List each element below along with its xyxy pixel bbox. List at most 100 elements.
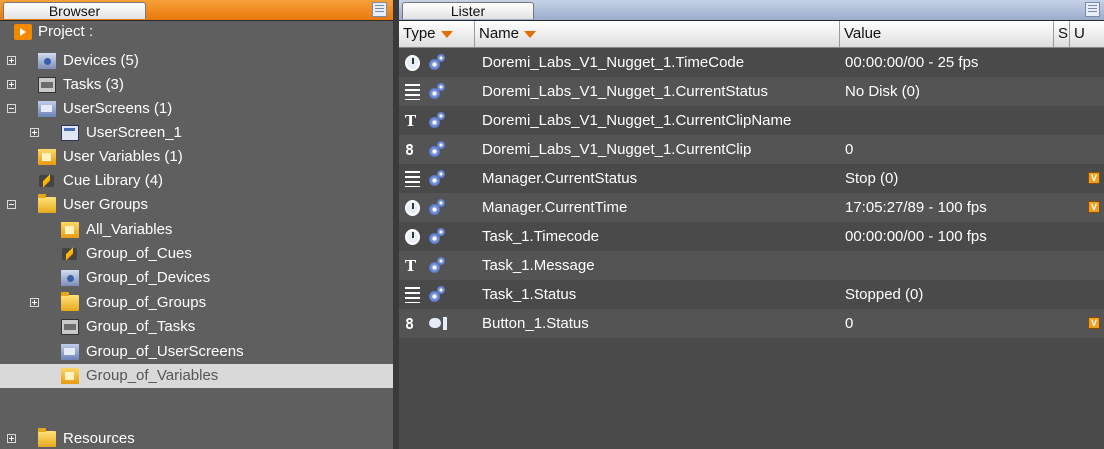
- lister-row[interactable]: Task_1.Timecode 00:00:00/00 - 100 fps: [399, 222, 1104, 251]
- browser-panel: Browser Project : Devices (5) Tasks (3) …: [0, 0, 393, 449]
- column-header-type[interactable]: Type: [399, 21, 475, 47]
- tree-item-all-variables[interactable]: All_Variables: [0, 218, 393, 242]
- tree-item-tasks[interactable]: Tasks (3): [0, 73, 393, 97]
- tree-item-label: Group_of_Cues: [86, 245, 192, 262]
- lister-row[interactable]: Doremi_Labs_V1_Nugget_1.CurrentStatus No …: [399, 77, 1104, 106]
- sort-arrow-icon: [440, 30, 453, 38]
- gear-icon: [429, 286, 445, 302]
- collapse-icon[interactable]: [7, 200, 16, 209]
- expand-icon[interactable]: [30, 128, 39, 137]
- tab-lister[interactable]: Lister: [402, 2, 534, 19]
- variable-name: Doremi_Labs_V1_Nugget_1.CurrentStatus: [482, 83, 769, 100]
- tree-item-devices[interactable]: Devices (5): [0, 49, 393, 73]
- variable-value[interactable]: Stopped (0): [845, 280, 1050, 309]
- tree-item-label: Resources: [63, 430, 135, 447]
- folder-icon: [38, 428, 56, 447]
- variable-name: Button_1.Status: [482, 315, 589, 332]
- tree-item-label: Devices (5): [63, 52, 139, 69]
- lister-row[interactable]: 8 Doremi_Labs_V1_Nugget_1.CurrentClip 0: [399, 135, 1104, 164]
- status-list-icon: [405, 287, 420, 303]
- variable-value[interactable]: [845, 251, 1050, 280]
- column-label: Type: [403, 25, 436, 42]
- column-header-name[interactable]: Name: [475, 21, 840, 47]
- cue-library-icon: [38, 173, 56, 189]
- variable-value[interactable]: 00:00:00/00 - 25 fps: [845, 48, 1050, 77]
- tree-item-group-of-groups[interactable]: Group_of_Groups: [0, 291, 393, 315]
- lister-tab-bar: Lister: [399, 0, 1104, 21]
- variable-value[interactable]: 17:05:27/89 - 100 fps: [845, 193, 1050, 222]
- text-icon: T: [405, 257, 417, 275]
- column-label: Name: [479, 25, 520, 42]
- column-header-value[interactable]: Value: [840, 21, 1054, 47]
- userscreens-folder-icon: [38, 101, 56, 117]
- u-flag-icon[interactable]: V: [1088, 317, 1100, 329]
- tab-browser[interactable]: Browser: [3, 2, 146, 19]
- tree-item-group-of-variables[interactable]: Group_of_Variables: [0, 364, 393, 388]
- tree-item-label: Group_of_UserScreens: [86, 343, 244, 360]
- expand-icon[interactable]: [7, 56, 16, 65]
- variable-value[interactable]: 0: [845, 309, 1050, 338]
- tree-item-group-of-userscreens[interactable]: Group_of_UserScreens: [0, 340, 393, 364]
- gear-icon: [429, 54, 445, 70]
- tree-item-group-of-cues[interactable]: Group_of_Cues: [0, 242, 393, 266]
- browser-panel-options-icon[interactable]: [372, 2, 387, 17]
- folder-icon: [38, 194, 56, 213]
- lister-panel-options-icon[interactable]: [1085, 2, 1100, 17]
- variable-value[interactable]: [845, 106, 1050, 135]
- variable-value[interactable]: No Disk (0): [845, 77, 1050, 106]
- lister-rows: Doremi_Labs_V1_Nugget_1.TimeCode 00:00:00…: [399, 48, 1104, 449]
- tree-item-user-groups[interactable]: User Groups: [0, 193, 393, 217]
- tree-item-label: Cue Library (4): [63, 172, 164, 189]
- lister-row[interactable]: T Doremi_Labs_V1_Nugget_1.CurrentClipName: [399, 106, 1104, 135]
- tree-item-label: Tasks (3): [63, 76, 124, 93]
- tree-item-label: Group_of_Variables: [86, 367, 219, 384]
- lister-row[interactable]: Manager.CurrentStatus Stop (0) V: [399, 164, 1104, 193]
- tree-item-group-of-tasks[interactable]: Group_of_Tasks: [0, 315, 393, 339]
- status-list-icon: [405, 84, 420, 100]
- gear-icon: [429, 83, 445, 99]
- column-header-s[interactable]: S: [1054, 21, 1070, 47]
- expand-icon[interactable]: [30, 298, 39, 307]
- tree-item-user-variables[interactable]: User Variables (1): [0, 145, 393, 169]
- status-list-icon: [405, 171, 420, 187]
- browser-tab-bar: Browser: [0, 0, 393, 21]
- timecode-icon: [405, 55, 420, 71]
- variable-value[interactable]: 00:00:00/00 - 100 fps: [845, 222, 1050, 251]
- project-icon: [14, 24, 32, 40]
- lister-row[interactable]: Doremi_Labs_V1_Nugget_1.TimeCode 00:00:00…: [399, 48, 1104, 77]
- variable-name: Manager.CurrentStatus: [482, 170, 638, 187]
- lister-row[interactable]: Task_1.Status Stopped (0): [399, 280, 1104, 309]
- u-flag-icon[interactable]: V: [1088, 172, 1100, 184]
- timecode-icon: [405, 229, 420, 245]
- u-flag-icon[interactable]: V: [1088, 201, 1100, 213]
- expand-icon[interactable]: [7, 434, 16, 443]
- variable-value[interactable]: 0: [845, 135, 1050, 164]
- tree-item-label: User Variables (1): [63, 148, 183, 165]
- lister-row[interactable]: 8 Button_1.Status 0 V: [399, 309, 1104, 338]
- lister-row[interactable]: Manager.CurrentTime 17:05:27/89 - 100 fps…: [399, 193, 1104, 222]
- lister-header: Type Name Value S U: [399, 21, 1104, 48]
- tree-item-userscreens[interactable]: UserScreens (1): [0, 97, 393, 121]
- tree-item-group-of-devices[interactable]: Group_of_Devices: [0, 266, 393, 290]
- tree-item-label: Group_of_Devices: [86, 269, 211, 286]
- gear-icon: [429, 228, 445, 244]
- tree-item-label: Group_of_Tasks: [86, 318, 196, 335]
- gear-icon: [429, 170, 445, 186]
- column-header-u[interactable]: U: [1070, 21, 1104, 47]
- expand-icon[interactable]: [7, 80, 16, 89]
- folder-icon: [61, 292, 79, 311]
- tree-item-resources[interactable]: Resources: [0, 427, 393, 449]
- tree-item-label: User Groups: [63, 196, 149, 213]
- number-icon: 8: [405, 315, 415, 333]
- tree-item-label: UserScreen_1: [86, 124, 182, 141]
- cues-group-icon: [61, 246, 79, 262]
- variable-name: Manager.CurrentTime: [482, 199, 628, 216]
- gear-icon: [429, 199, 445, 215]
- user-variables-icon: [38, 149, 56, 165]
- tree-item-project[interactable]: Project :: [0, 20, 393, 44]
- tree-item-userscreen-1[interactable]: UserScreen_1: [0, 121, 393, 145]
- collapse-icon[interactable]: [7, 104, 16, 113]
- tree-item-cue-library[interactable]: Cue Library (4): [0, 169, 393, 193]
- variable-value[interactable]: Stop (0): [845, 164, 1050, 193]
- lister-row[interactable]: T Task_1.Message: [399, 251, 1104, 280]
